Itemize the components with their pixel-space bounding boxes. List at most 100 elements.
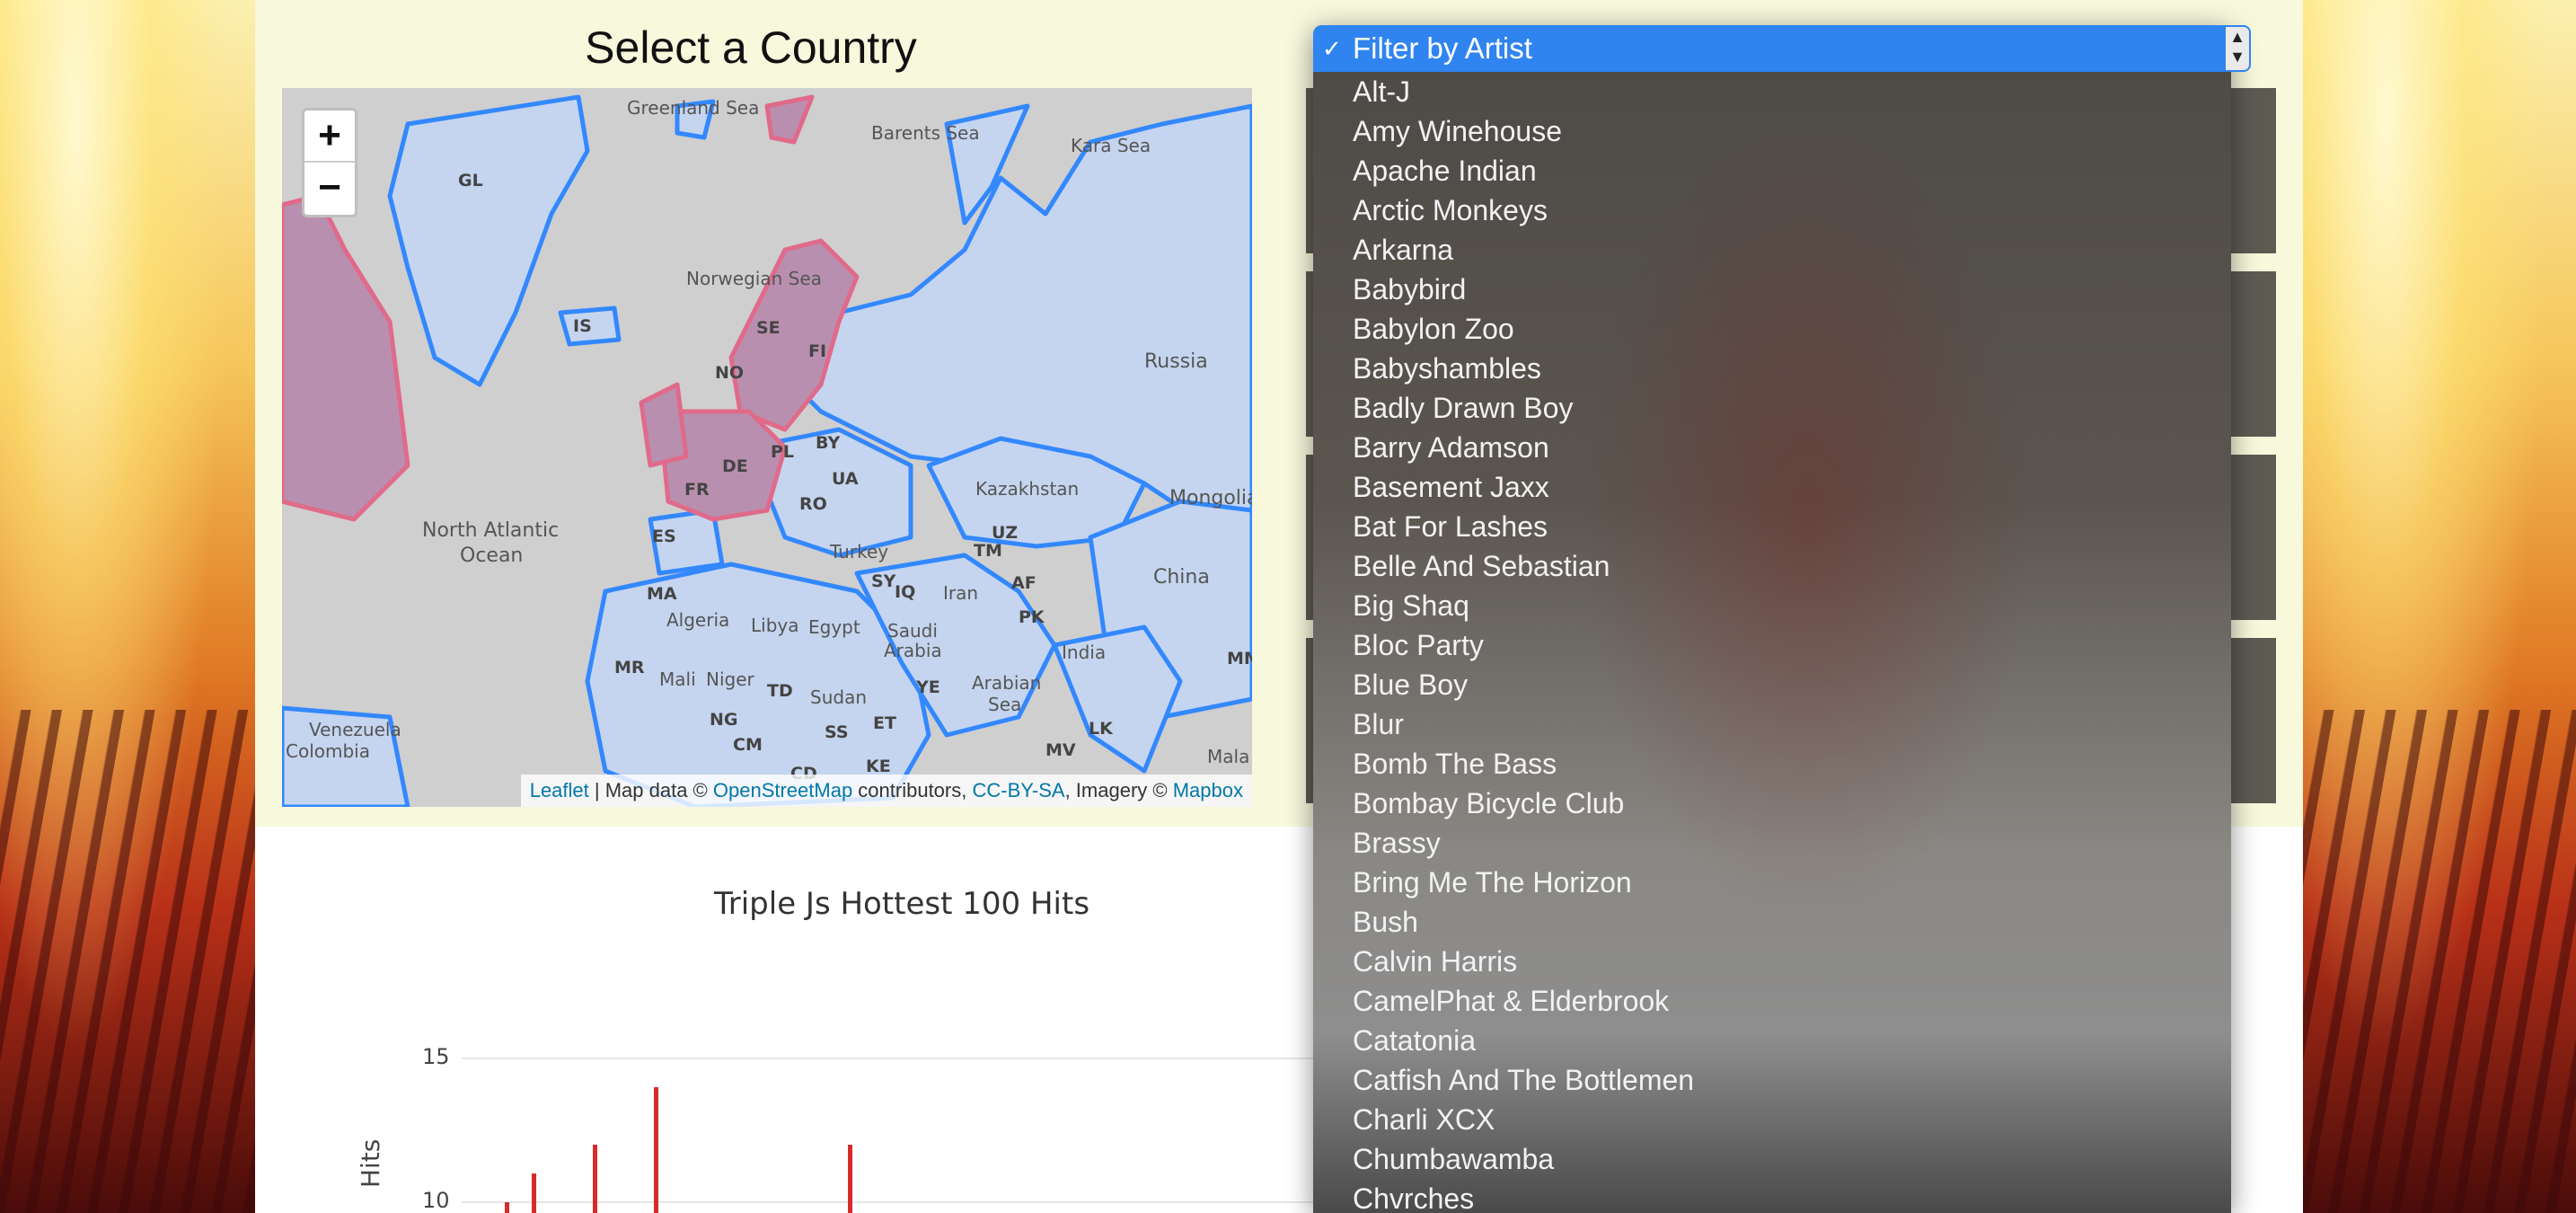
dropdown-arrow-icon[interactable]: ▲ ▼: [2224, 25, 2251, 72]
dropdown-option[interactable]: Apache Indian: [1313, 151, 2231, 190]
dropdown-option[interactable]: Bloc Party: [1313, 625, 2231, 665]
label-gl: GL: [458, 171, 483, 190]
label-is: IS: [573, 316, 592, 336]
dropdown-option[interactable]: Blue Boy: [1313, 665, 2231, 704]
openstreetmap-link[interactable]: OpenStreetMap: [713, 779, 852, 801]
label-lk: LK: [1089, 719, 1113, 739]
label-mala: Mala: [1207, 746, 1250, 767]
label-ng: NG: [710, 710, 738, 730]
dropdown-option[interactable]: Charli XCX: [1313, 1100, 2231, 1139]
label-sy: SY: [871, 571, 896, 591]
dropdown-option[interactable]: Bush: [1313, 902, 2231, 942]
dropdown-option[interactable]: Babybird: [1313, 270, 2231, 309]
zoom-control: + −: [302, 108, 357, 217]
label-norwegian-sea: Norwegian Sea: [686, 268, 822, 289]
chart-title: Triple Js Hottest 100 Hits: [713, 886, 1090, 922]
map-attribution: Leaflet | Map data © OpenStreetMap contr…: [520, 775, 1252, 807]
chart-bar[interactable]: [505, 1202, 509, 1213]
label-pl: PL: [771, 442, 795, 462]
leaflet-link[interactable]: Leaflet: [530, 779, 589, 801]
dropdown-option[interactable]: Basement Jaxx: [1313, 467, 2231, 507]
label-fr: FR: [684, 480, 710, 500]
label-ocean: Ocean: [460, 545, 524, 567]
label-niger: Niger: [706, 668, 754, 690]
dropdown-option[interactable]: CamelPhat & Elderbrook: [1313, 981, 2231, 1021]
mapbox-link[interactable]: Mapbox: [1173, 779, 1243, 801]
label-india: India: [1062, 642, 1107, 663]
label-et: ET: [873, 713, 896, 733]
dropdown-option[interactable]: Belle And Sebastian: [1313, 546, 2231, 586]
dropdown-option[interactable]: Bomb The Bass: [1313, 744, 2231, 784]
dropdown-option[interactable]: Chumbawamba: [1313, 1139, 2231, 1179]
dropdown-option[interactable]: Badly Drawn Boy: [1313, 388, 2231, 428]
zoom-in-button[interactable]: +: [304, 111, 355, 163]
label-colombia: Colombia: [286, 740, 370, 762]
dropdown-selected-option[interactable]: ✓ Filter by Artist: [1313, 25, 2231, 72]
dropdown-option[interactable]: Babyshambles: [1313, 349, 2231, 388]
dropdown-option[interactable]: Bat For Lashes: [1313, 507, 2231, 546]
zoom-out-button[interactable]: −: [304, 163, 355, 215]
label-uz: UZ: [992, 523, 1019, 543]
dropdown-option[interactable]: Catatonia: [1313, 1021, 2231, 1060]
dropdown-option[interactable]: Arkarna: [1313, 230, 2231, 270]
label-algeria: Algeria: [666, 609, 730, 631]
label-arabia: Arabia: [884, 640, 942, 661]
label-mv: MV: [1045, 740, 1076, 760]
label-sea: Sea: [988, 694, 1022, 715]
label-mr: MR: [614, 658, 645, 677]
map-title: Select a Country: [585, 22, 917, 73]
dropdown-option[interactable]: Catfish And The Bottlemen: [1313, 1060, 2231, 1100]
artist-filter-dropdown[interactable]: ✓ Filter by Artist Alt-J Amy Winehouse Apa…: [1313, 25, 2231, 1213]
label-kazakhstan: Kazakhstan: [975, 478, 1080, 500]
label-iran: Iran: [943, 582, 979, 604]
chart-bar[interactable]: [848, 1145, 852, 1213]
label-cm: CM: [733, 735, 763, 755]
attribution-text-2: contributors,: [852, 779, 973, 801]
dropdown-option[interactable]: Alt-J: [1313, 72, 2231, 111]
label-sudan: Sudan: [810, 686, 867, 708]
label-iq: IQ: [895, 582, 916, 602]
country-map[interactable]: Greenland Sea Barents Sea Kara Sea GL IS…: [282, 88, 1252, 807]
label-venezuela: Venezuela: [309, 719, 401, 740]
dropdown-option[interactable]: Amy Winehouse: [1313, 111, 2231, 151]
label-mm: MM: [1227, 649, 1252, 668]
dropdown-option[interactable]: Bring Me The Horizon: [1313, 863, 2231, 902]
label-ss: SS: [825, 722, 849, 742]
crowd-image-left: [0, 710, 255, 1213]
label-china: China: [1153, 566, 1210, 589]
attribution-text-1: | Map data ©: [588, 779, 713, 801]
label-arabian: Arabian: [972, 672, 1042, 694]
dropdown-option[interactable]: Arctic Monkeys: [1313, 190, 2231, 230]
dropdown-option[interactable]: Calvin Harris: [1313, 942, 2231, 981]
label-tm: TM: [974, 541, 1002, 561]
dropdown-option[interactable]: Babylon Zoo: [1313, 309, 2231, 349]
label-es: ES: [652, 527, 676, 546]
cc-by-sa-link[interactable]: CC-BY-SA: [972, 779, 1064, 801]
label-by: BY: [816, 433, 841, 453]
label-egypt: Egypt: [808, 616, 860, 638]
label-mongolia: Mongolia: [1169, 487, 1252, 509]
dropdown-option[interactable]: Big Shaq: [1313, 586, 2231, 625]
dropdown-option[interactable]: Barry Adamson: [1313, 428, 2231, 467]
label-russia: Russia: [1144, 350, 1208, 373]
chart-bar[interactable]: [593, 1145, 597, 1213]
dropdown-option[interactable]: Brassy: [1313, 823, 2231, 863]
label-se: SE: [756, 318, 781, 338]
arrow-down-icon: ▼: [2229, 48, 2245, 66]
dropdown-option[interactable]: Blur: [1313, 704, 2231, 744]
label-barents-sea: Barents Sea: [871, 122, 980, 144]
label-mali: Mali: [659, 668, 696, 690]
label-no: NO: [715, 363, 745, 383]
chart-bar[interactable]: [654, 1087, 658, 1213]
label-ye: YE: [916, 677, 940, 697]
dropdown-option[interactable]: Chvrches: [1313, 1179, 2231, 1213]
dropdown-option[interactable]: Bombay Bicycle Club: [1313, 784, 2231, 823]
crowd-image-right: [2303, 710, 2576, 1213]
label-greenland-sea: Greenland Sea: [627, 97, 760, 119]
label-libya: Libya: [751, 615, 799, 636]
label-ro: RO: [799, 494, 827, 514]
label-ma: MA: [647, 584, 677, 604]
chart-bar[interactable]: [532, 1173, 536, 1213]
label-af: AF: [1011, 573, 1037, 593]
check-icon: ✓: [1322, 35, 1342, 62]
